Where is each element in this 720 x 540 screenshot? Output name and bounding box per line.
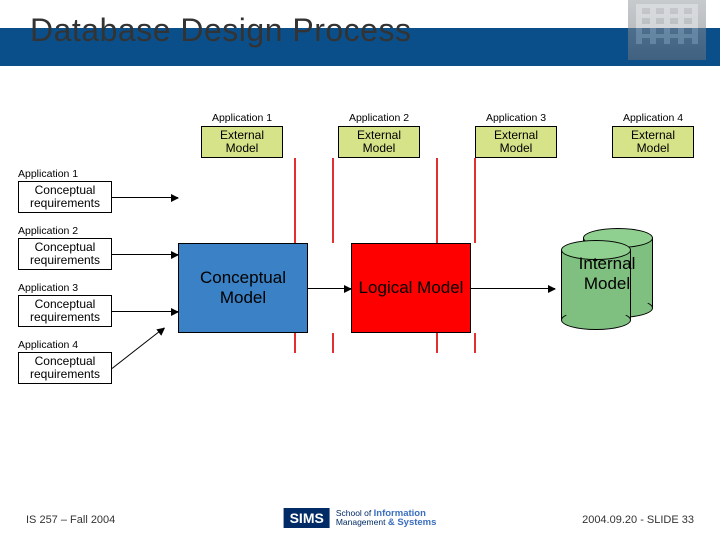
- arrow-icon: [112, 311, 178, 312]
- logical-model-box: Logical Model: [351, 243, 471, 333]
- footer-slide-number: 2004.09.20 - SLIDE 33: [582, 514, 694, 526]
- conceptual-model-box: Conceptual Model: [178, 243, 308, 333]
- connector-line: [294, 333, 296, 353]
- connector-line: [474, 158, 476, 243]
- internal-model-cylinder: Internal Model: [555, 226, 659, 336]
- col-label-3: Application 3: [475, 112, 557, 124]
- connector-line: [332, 158, 334, 243]
- footer-course: IS 257 – Fall 2004: [26, 514, 115, 526]
- connector-line: [436, 158, 438, 243]
- external-model-3: External Model: [475, 126, 557, 158]
- row-label-1: Application 1: [18, 168, 112, 180]
- conceptual-req-2: Conceptual requirements: [18, 238, 112, 270]
- conceptual-req-1: Conceptual requirements: [18, 181, 112, 213]
- internal-model-label: Internal Model: [555, 254, 659, 294]
- logo-primary: SIMS: [284, 508, 330, 528]
- logo-subtext: School of Information Management & Syste…: [336, 509, 437, 528]
- external-model-2: External Model: [338, 126, 420, 158]
- arrow-icon: [112, 197, 178, 198]
- connector-line: [436, 333, 438, 353]
- connector-line: [474, 333, 476, 353]
- external-model-4: External Model: [612, 126, 694, 158]
- page-title: Database Design Process: [30, 12, 411, 49]
- row-label-4: Application 4: [18, 339, 112, 351]
- connector-line: [332, 333, 334, 353]
- conceptual-req-3: Conceptual requirements: [18, 295, 112, 327]
- connector-line: [294, 158, 296, 243]
- building-icon: [628, 0, 706, 66]
- arrow-icon: [112, 254, 178, 255]
- col-label-1: Application 1: [201, 112, 283, 124]
- row-label-3: Application 3: [18, 282, 112, 294]
- arrow-icon: [308, 288, 351, 289]
- col-label-2: Application 2: [338, 112, 420, 124]
- arrow-icon: [471, 288, 555, 289]
- arrow-icon: [112, 327, 165, 368]
- conceptual-req-4: Conceptual requirements: [18, 352, 112, 384]
- external-model-1: External Model: [201, 126, 283, 158]
- col-label-4: Application 4: [612, 112, 694, 124]
- row-label-2: Application 2: [18, 225, 112, 237]
- sims-logo: SIMS School of Information Management & …: [284, 508, 437, 528]
